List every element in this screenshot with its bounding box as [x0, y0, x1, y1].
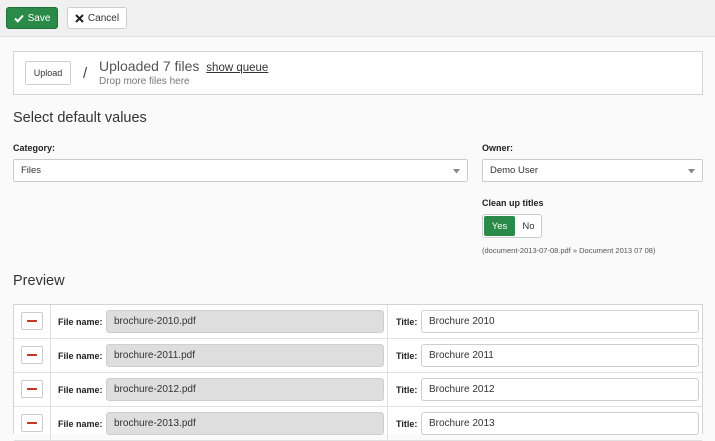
file-name-label: File name: [58, 317, 103, 327]
upload-button[interactable]: Upload [25, 61, 71, 85]
file-name-label: File name: [58, 419, 103, 429]
remove-row-button[interactable] [21, 312, 43, 330]
toolbar: Save Cancel [0, 0, 715, 37]
table-row: File name: brochure-2013.pdf Title: Broc… [14, 407, 702, 441]
owner-select[interactable]: Demo User [482, 159, 703, 182]
table-row: File name: brochure-2010.pdf Title: Broc… [14, 305, 702, 339]
preview-table: File name: brochure-2010.pdf Title: Broc… [13, 304, 703, 441]
chevron-down-icon [453, 169, 460, 174]
category-select[interactable]: Files [13, 159, 468, 182]
clean-titles-example: (document-2013-07-08.pdf » Document 2013… [482, 246, 656, 255]
table-row: File name: brochure-2011.pdf Title: Broc… [14, 339, 702, 373]
owner-label: Owner: [482, 143, 514, 153]
defaults-heading: Select default values [13, 110, 147, 126]
clean-titles-toggle: Yes No [482, 214, 542, 238]
minus-icon [27, 354, 37, 356]
upload-status-text: Uploaded 7 files [99, 58, 200, 74]
file-name-label: File name: [58, 385, 103, 395]
upload-separator: / [83, 65, 88, 82]
category-label: Category: [13, 143, 56, 153]
table-row: File name: brochure-2012.pdf Title: Broc… [14, 373, 702, 407]
file-name-label: File name: [58, 351, 103, 361]
drop-hint: Drop more files here [99, 76, 190, 87]
title-label: Title: [396, 419, 418, 429]
upload-status: Uploaded 7 files show queue [99, 58, 268, 74]
title-label: Title: [396, 317, 418, 327]
title-label: Title: [396, 351, 418, 361]
file-name-field: brochure-2011.pdf [106, 344, 384, 367]
owner-select-value: Demo User [490, 165, 539, 176]
save-button-label: Save [27, 12, 51, 24]
category-select-value: Files [21, 165, 42, 176]
save-button[interactable]: Save [6, 7, 58, 29]
upload-dropzone[interactable]: Upload / Uploaded 7 files show queue Dro… [13, 51, 703, 95]
remove-row-button[interactable] [21, 380, 43, 398]
preview-heading: Preview [13, 273, 65, 289]
title-label: Title: [396, 385, 418, 395]
checkmark-icon [13, 14, 24, 23]
title-input[interactable]: Brochure 2010 [421, 310, 699, 333]
minus-icon [27, 320, 37, 322]
clean-titles-yes-button[interactable]: Yes [484, 216, 515, 236]
clean-titles-label: Clean up titles [482, 198, 544, 208]
title-input[interactable]: Brochure 2012 [421, 378, 699, 401]
chevron-down-icon [688, 169, 695, 174]
clean-titles-no-button[interactable]: No [515, 216, 541, 236]
remove-row-button[interactable] [21, 414, 43, 432]
minus-icon [27, 388, 37, 390]
close-icon [75, 13, 84, 23]
title-input[interactable]: Brochure 2011 [421, 344, 699, 367]
file-name-field: brochure-2012.pdf [106, 378, 384, 401]
cancel-button-label: Cancel [87, 12, 120, 24]
remove-row-button[interactable] [21, 346, 43, 364]
cancel-button[interactable]: Cancel [67, 7, 127, 29]
show-queue-link[interactable]: show queue [206, 62, 268, 74]
file-name-field: brochure-2010.pdf [106, 310, 384, 333]
